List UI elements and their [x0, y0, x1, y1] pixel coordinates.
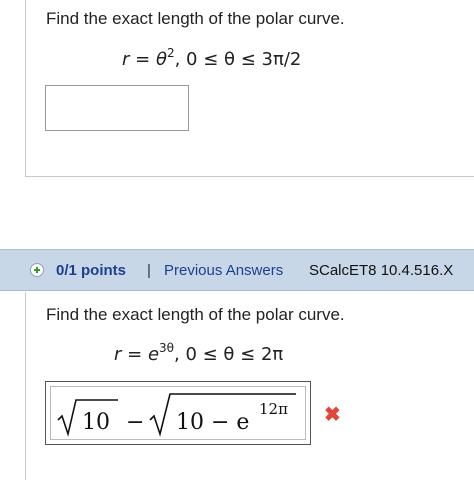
previous-answers-link[interactable]: Previous Answers — [164, 262, 283, 279]
question-1-answer-input[interactable] — [45, 85, 189, 131]
header-separator: | — [147, 262, 151, 279]
red-x-icon: ✖ — [324, 404, 341, 426]
formula-exponent: 2 — [166, 46, 175, 60]
question-2-formula: r = e3θ, 0 ≤ θ ≤ 2π — [114, 341, 283, 365]
radicand-2-base: 10 − e — [176, 410, 249, 435]
formula-interval: , 0 ≤ θ ≤ 3π/2 — [174, 49, 302, 70]
question-1-prompt: Find the exact length of the polar curve… — [46, 9, 345, 28]
problem-source-code: SCalcET8 10.4.516.X — [309, 262, 454, 279]
question-2-prompt: Find the exact length of the polar curve… — [46, 305, 345, 324]
question-2-answer-input[interactable]: 10 − 10 − e 12π — [45, 381, 311, 445]
formula-equals: = — [121, 344, 148, 365]
radicand-2-exponent: 12π — [259, 400, 288, 418]
formula-equals: = — [129, 49, 156, 70]
formula-interval: , 0 ≤ θ ≤ 2π — [174, 344, 284, 365]
formula-e: e — [147, 344, 160, 365]
points-label: 0/1 points — [56, 262, 127, 279]
formula-exponent: 3θ — [159, 341, 174, 355]
question-1-formula: r = θ2, 0 ≤ θ ≤ 3π/2 — [122, 46, 301, 70]
plus-circle-icon[interactable] — [30, 263, 44, 277]
formula-theta: θ — [155, 49, 167, 70]
radicand-1: 10 — [82, 410, 110, 435]
question-2-header: 0/1 points | Previous Answers SCalcET8 1… — [0, 249, 474, 291]
answer-expression: 10 − 10 − e 12π — [57, 393, 296, 437]
minus-sign: − — [126, 410, 144, 435]
